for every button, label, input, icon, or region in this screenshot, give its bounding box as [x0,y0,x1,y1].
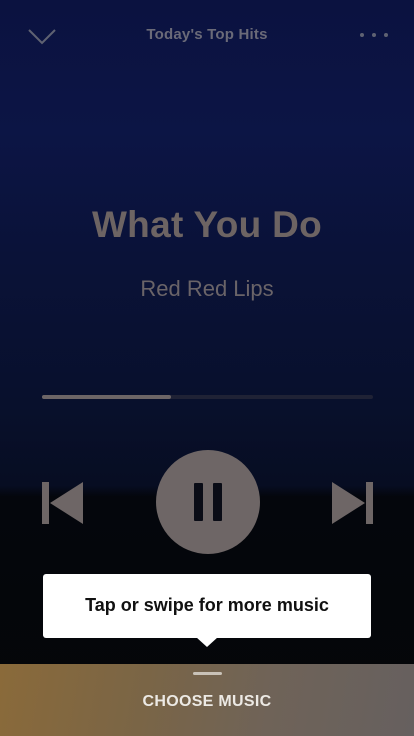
drag-handle-icon[interactable] [193,672,222,675]
track-title: What You Do [91,204,323,245]
progress-bar[interactable] [42,395,373,399]
skip-previous-button[interactable] [42,480,84,526]
pause-icon [194,483,203,521]
choose-music-label: CHOOSE MUSIC [142,693,272,710]
tooltip-text: Tap or swipe for more music [85,595,329,615]
skip-next-icon [332,482,373,524]
more-music-tooltip[interactable]: Tap or swipe for more music [43,574,371,647]
top-bar: Today's Top Hits [0,0,414,70]
skip-next-button[interactable] [331,480,373,526]
progress-bar-fill [42,395,172,399]
pause-button[interactable] [156,450,260,554]
skip-previous-icon [42,482,83,524]
now-playing-screen: Today's Top Hits What You Do Red Red Lip… [0,0,414,736]
pause-icon-bar [213,483,222,521]
track-artist: Red Red Lips [140,276,274,301]
playlist-title: Today's Top Hits [146,26,268,43]
tooltip-arrow [196,637,218,647]
choose-music-bar[interactable]: CHOOSE MUSIC [0,664,414,736]
more-options-icon[interactable] [358,26,390,44]
